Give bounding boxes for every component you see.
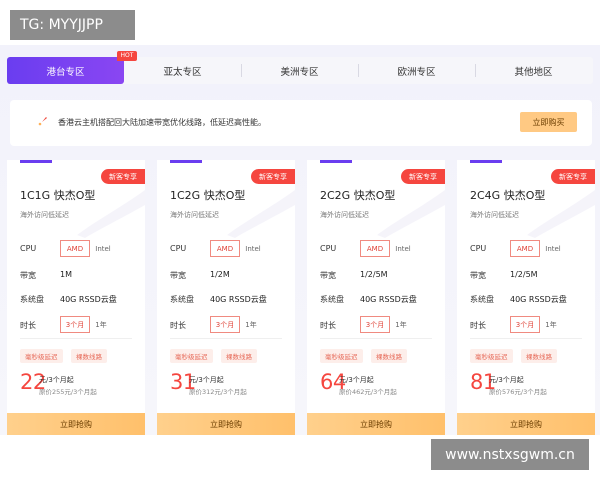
bandwidth-label: 带宽 — [170, 271, 186, 280]
feature-tag-latency: 毫秒级延迟 — [20, 349, 63, 363]
bandwidth-label: 带宽 — [320, 271, 336, 280]
plan-subtitle: 海外访问低延迟 — [170, 211, 219, 219]
card-divider — [20, 338, 132, 339]
cpu-label: CPU — [170, 244, 187, 253]
watermark-top: TG: MYYJJPP — [10, 10, 135, 40]
cpu-option-intel[interactable]: Intel — [243, 240, 263, 257]
cpu-option-amd[interactable]: AMD — [510, 240, 540, 257]
new-customer-badge: 新客专享 — [401, 169, 445, 184]
feature-tag-line: 裸数线路 — [521, 349, 557, 363]
price-unit: 元/3个月起 — [489, 376, 524, 384]
product-card: 新客专享 1C2G 快杰O型 海外访问低延迟 CPU AMD Intel 带宽 … — [157, 160, 295, 435]
duration-option-1-year[interactable]: 1年 — [543, 316, 559, 333]
disk-label: 系统盘 — [170, 295, 194, 304]
original-price: 原价576元/3个月起 — [489, 388, 547, 396]
duration-option-1-year[interactable]: 1年 — [243, 316, 259, 333]
cpu-option-amd[interactable]: AMD — [60, 240, 90, 257]
new-customer-badge: 新客专享 — [551, 169, 595, 184]
bandwidth-label: 带宽 — [470, 271, 486, 280]
plan-subtitle: 海外访问低延迟 — [20, 211, 69, 219]
feature-tag-latency: 毫秒级延迟 — [470, 349, 513, 363]
new-customer-badge: 新客专享 — [251, 169, 295, 184]
buy-button[interactable]: 立即抢购 — [157, 413, 295, 435]
card-divider — [470, 338, 582, 339]
cpu-option-intel[interactable]: Intel — [93, 240, 113, 257]
duration-option-1-year[interactable]: 1年 — [393, 316, 409, 333]
cpu-option-intel[interactable]: Intel — [543, 240, 563, 257]
original-price: 原价255元/3个月起 — [39, 388, 97, 396]
plan-subtitle: 海外访问低延迟 — [470, 211, 519, 219]
hot-badge: HOT — [117, 51, 137, 61]
feature-tag-latency: 毫秒级延迟 — [170, 349, 213, 363]
plan-title: 2C2G 快杰O型 — [320, 189, 396, 202]
tab-asia-pacific[interactable]: 亚太专区 — [124, 57, 241, 84]
bandwidth-value: 1/2/5M — [360, 270, 388, 279]
region-tabs: 港台专区 亚太专区 美洲专区 欧洲专区 其他地区 — [7, 57, 593, 84]
disk-value: 40G RSSD云盘 — [60, 295, 117, 304]
notice-text: 香港云主机搭配回大陆加速带宽优化线路，低延迟高性能。 — [58, 118, 266, 127]
cpu-option-amd[interactable]: AMD — [360, 240, 390, 257]
card-divider — [170, 338, 282, 339]
rocket-icon — [37, 112, 49, 126]
buy-now-button[interactable]: 立即购买 — [520, 112, 577, 132]
tab-other-regions[interactable]: 其他地区 — [475, 57, 592, 84]
price-unit: 元/3个月起 — [339, 376, 374, 384]
watermark-bottom: www.nstxsgwm.cn — [431, 439, 589, 470]
duration-option-3-months[interactable]: 3个月 — [510, 316, 540, 333]
cpu-option-intel[interactable]: Intel — [393, 240, 413, 257]
card-accent-bar — [470, 160, 502, 163]
tab-europe[interactable]: 欧洲专区 — [358, 57, 475, 84]
duration-label: 时长 — [20, 321, 36, 330]
duration-label: 时长 — [320, 321, 336, 330]
notice-bar: 香港云主机搭配回大陆加速带宽优化线路，低延迟高性能。 — [10, 100, 592, 146]
bandwidth-value: 1M — [60, 270, 72, 279]
card-accent-bar — [170, 160, 202, 163]
duration-option-3-months[interactable]: 3个月 — [210, 316, 240, 333]
plan-title: 1C2G 快杰O型 — [170, 189, 246, 202]
plan-title: 1C1G 快杰O型 — [20, 189, 96, 202]
card-accent-bar — [20, 160, 52, 163]
price-unit: 元/3个月起 — [39, 376, 74, 384]
card-divider — [320, 338, 432, 339]
duration-label: 时长 — [170, 321, 186, 330]
bandwidth-value: 1/2M — [210, 270, 230, 279]
disk-value: 40G RSSD云盘 — [510, 295, 567, 304]
disk-label: 系统盘 — [470, 295, 494, 304]
feature-tag-line: 裸数线路 — [221, 349, 257, 363]
buy-button[interactable]: 立即抢购 — [307, 413, 445, 435]
original-price: 原价462元/3个月起 — [339, 388, 397, 396]
disk-label: 系统盘 — [320, 295, 344, 304]
disk-value: 40G RSSD云盘 — [210, 295, 267, 304]
disk-label: 系统盘 — [20, 295, 44, 304]
bandwidth-label: 带宽 — [20, 271, 36, 280]
buy-button[interactable]: 立即抢购 — [457, 413, 595, 435]
product-card: 新客专享 2C4G 快杰O型 海外访问低延迟 CPU AMD Intel 带宽 … — [457, 160, 595, 435]
cpu-option-amd[interactable]: AMD — [210, 240, 240, 257]
duration-option-3-months[interactable]: 3个月 — [360, 316, 390, 333]
original-price: 原价312元/3个月起 — [189, 388, 247, 396]
bandwidth-value: 1/2/5M — [510, 270, 538, 279]
price-unit: 元/3个月起 — [189, 376, 224, 384]
card-accent-bar — [320, 160, 352, 163]
cpu-label: CPU — [320, 244, 337, 253]
duration-option-3-months[interactable]: 3个月 — [60, 316, 90, 333]
plan-subtitle: 海外访问低延迟 — [320, 211, 369, 219]
tab-hk-tw[interactable]: 港台专区 — [7, 57, 124, 84]
feature-tag-latency: 毫秒级延迟 — [320, 349, 363, 363]
feature-tag-line: 裸数线路 — [371, 349, 407, 363]
product-card: 新客专享 1C1G 快杰O型 海外访问低延迟 CPU AMD Intel 带宽 … — [7, 160, 145, 435]
plan-title: 2C4G 快杰O型 — [470, 189, 546, 202]
feature-tag-line: 裸数线路 — [71, 349, 107, 363]
buy-button[interactable]: 立即抢购 — [7, 413, 145, 435]
tab-americas[interactable]: 美洲专区 — [241, 57, 358, 84]
duration-option-1-year[interactable]: 1年 — [93, 316, 109, 333]
product-card: 新客专享 2C2G 快杰O型 海外访问低延迟 CPU AMD Intel 带宽 … — [307, 160, 445, 435]
disk-value: 40G RSSD云盘 — [360, 295, 417, 304]
cpu-label: CPU — [20, 244, 37, 253]
new-customer-badge: 新客专享 — [101, 169, 145, 184]
duration-label: 时长 — [470, 321, 486, 330]
cpu-label: CPU — [470, 244, 487, 253]
